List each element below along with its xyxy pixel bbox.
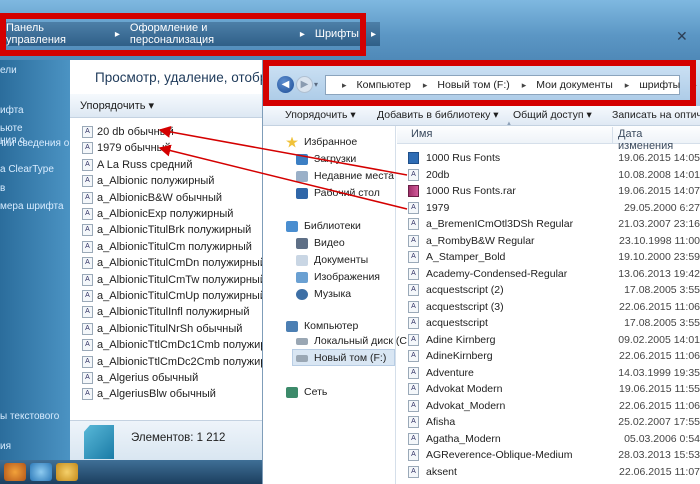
- annotation-arrow: [158, 144, 408, 210]
- annotation-arrow: [158, 125, 408, 176]
- annotation-arrows: [158, 125, 408, 210]
